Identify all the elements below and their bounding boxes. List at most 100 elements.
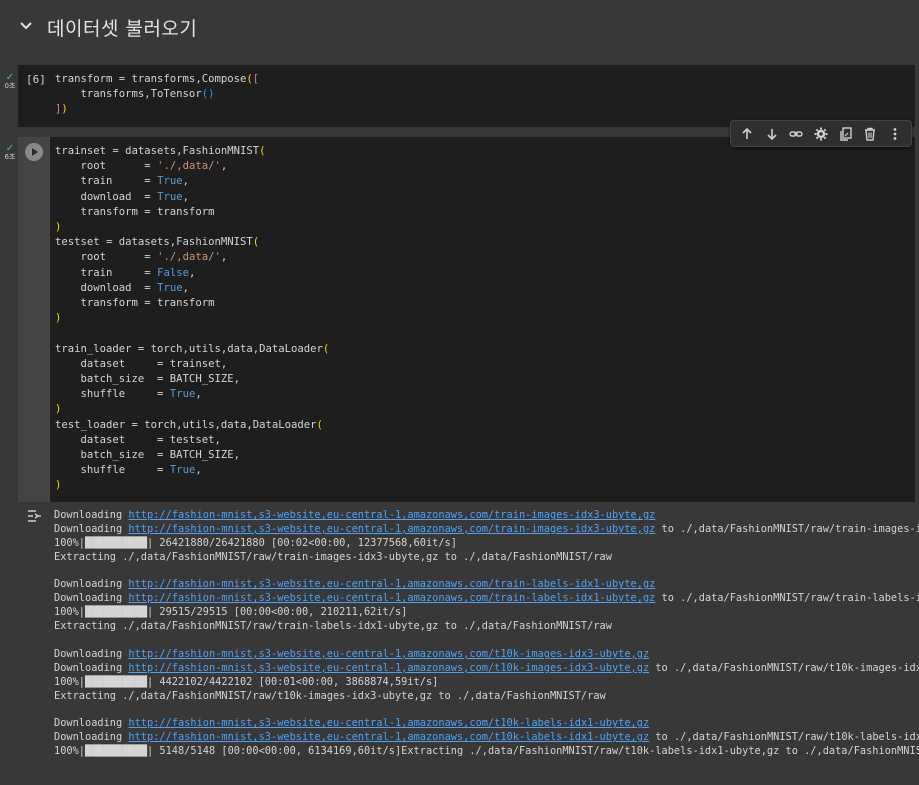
code-token-str: './,data/' — [157, 160, 221, 173]
code-token-kw: True — [157, 190, 183, 203]
output-line: 100%|██████████| 26421880/26421880 [00:0… — [54, 537, 919, 551]
output-text: Downloading http://fashion-mnist,s3-webs… — [54, 509, 919, 759]
code-token-br1: ) — [55, 312, 62, 325]
output-line: Downloading http://fashion-mnist,s3-webs… — [54, 523, 919, 537]
gear-icon[interactable] — [812, 125, 830, 143]
check-icon: ✓ — [5, 143, 15, 154]
exec-time: 6초 — [4, 153, 16, 161]
output-text-span: Downloading — [54, 592, 129, 605]
download-link[interactable]: http://fashion-mnist,s3-website,eu-centr… — [128, 662, 649, 674]
code-token: trainset = datasets,FashionMNIST — [55, 145, 260, 157]
code-token: , — [182, 281, 189, 294]
download-link[interactable]: http://fashion-mnist,s3-website,eu-centr… — [128, 717, 649, 729]
code-token: download = — [55, 281, 158, 294]
code-token: batch_size = BATCH_SIZE, — [55, 373, 240, 386]
output-text-span: Extracting ./,data/FashionMNIST/raw/t10k… — [54, 689, 606, 702]
code-token-br1: ) — [61, 103, 68, 116]
code-token: dataset = testset, — [55, 433, 221, 446]
download-link[interactable]: http://fashion-mnist,s3-website,eu-centr… — [128, 509, 655, 521]
output-line: Downloading http://fashion-mnist,s3-webs… — [54, 662, 919, 676]
output-line: Downloading http://fashion-mnist,s3-webs… — [54, 509, 919, 523]
chevron-down-icon[interactable] — [18, 18, 34, 34]
download-link[interactable]: http://fashion-mnist,s3-website,eu-centr… — [128, 648, 649, 660]
code-token: transform = transforms,Compose — [55, 73, 247, 85]
code-token: transform = transform — [55, 205, 215, 218]
output-text-span: to ./,data/FashionMNIST/raw/t10k-images-… — [655, 661, 919, 674]
more-vert-icon[interactable] — [886, 125, 904, 143]
output-actions-icon[interactable] — [26, 508, 42, 524]
output-text-span: Downloading — [54, 717, 129, 730]
arrow-up-icon[interactable] — [738, 125, 756, 143]
exec-time: 0초 — [4, 82, 16, 90]
download-link[interactable]: http://fashion-mnist,s3-website,eu-centr… — [128, 578, 655, 590]
output-text-span: to ./,data/FashionMNIST/raw/train-images… — [661, 522, 919, 535]
code-token-br2: [ — [252, 73, 260, 85]
output-line: Downloading http://fashion-mnist,s3-webs… — [54, 731, 919, 745]
code-token: , — [220, 160, 228, 173]
output-line: 100%|██████████| 5148/5148 [00:00<00:00,… — [54, 745, 919, 759]
output-text-span: 100%|██████████| 29515/29515 [00:00<00:0… — [54, 606, 408, 619]
output-text-span: Downloading — [54, 578, 129, 591]
cell-toolbar — [730, 120, 912, 147]
trash-icon[interactable] — [861, 125, 879, 143]
code-token-br1: ) — [55, 479, 62, 492]
download-link[interactable]: http://fashion-mnist,s3-website,eu-centr… — [128, 731, 649, 743]
output-text-span: Extracting ./,data/FashionMNIST/raw/trai… — [54, 550, 612, 563]
code-token: , — [182, 190, 189, 203]
output-text-span: Downloading — [54, 647, 129, 660]
output-text-span: Extracting ./,data/FashionMNIST/raw/trai… — [54, 620, 612, 633]
code-token: transforms,ToTensor — [55, 88, 202, 101]
code-token: , — [195, 388, 202, 401]
output-text-span: 100%|██████████| 26421880/26421880 [00:0… — [54, 536, 457, 549]
output-line: Downloading http://fashion-mnist,s3-webs… — [54, 648, 919, 662]
code-token-br1: ) — [55, 403, 62, 416]
output-text-span: to ./,data/FashionMNIST/raw/train-labels… — [661, 592, 919, 605]
output-line: Extracting ./,data/FashionMNIST/raw/t10k… — [54, 690, 919, 704]
code-token: , — [195, 464, 202, 477]
run-cell-button[interactable] — [25, 143, 43, 161]
code-token: download = — [55, 190, 158, 203]
code-token: dataset = trainset, — [55, 357, 228, 370]
code-editor[interactable]: trainset = datasets,FashionMNIST( root =… — [55, 144, 329, 494]
code-token: batch_size = BATCH_SIZE, — [55, 449, 240, 462]
download-link[interactable]: http://fashion-mnist,s3-website,eu-centr… — [128, 523, 655, 535]
code-token-br1: ( — [252, 236, 260, 249]
code-token-br1: ( — [259, 145, 266, 157]
code-token-br1: ( — [322, 342, 330, 355]
code-token-kw: False — [157, 266, 189, 279]
code-token: train = — [55, 175, 158, 188]
code-token-br1: ( — [316, 418, 323, 431]
section-title: 데이터셋 불러오기 — [47, 18, 198, 40]
section-header[interactable]: 데이터셋 불러오기 — [0, 0, 919, 52]
output-line: Extracting ./,data/FashionMNIST/raw/trai… — [54, 620, 919, 634]
code-token: root = — [55, 251, 158, 264]
mirror-cell-icon[interactable] — [837, 125, 855, 143]
check-icon: ✓ — [5, 72, 15, 83]
output-line: 100%|██████████| 4422102/4422102 [00:01<… — [54, 676, 919, 690]
code-token: testset = datasets,FashionMNIST — [55, 236, 253, 249]
output-text-span: Downloading — [54, 661, 129, 674]
output-blank-line — [54, 634, 919, 648]
code-token: shuffle = — [55, 464, 170, 477]
arrow-down-icon[interactable] — [763, 125, 781, 143]
output-blank-line — [54, 565, 919, 579]
code-token-str: './,data/' — [157, 251, 221, 264]
code-token: , — [220, 251, 228, 264]
output-line: Downloading http://fashion-mnist,s3-webs… — [54, 578, 919, 592]
output-text-span: 100%|██████████| 5148/5148 [00:00<00:00,… — [54, 745, 919, 758]
output-text-span: to ./,data/FashionMNIST/raw/t10k-labels-… — [655, 731, 919, 744]
link-icon[interactable] — [787, 125, 805, 143]
code-token: train_loader = torch,utils,data,DataLoad… — [55, 342, 323, 355]
code-token: shuffle = — [55, 388, 170, 401]
output-text-span: 100%|██████████| 4422102/4422102 [00:01<… — [54, 675, 439, 688]
code-token-kw: True — [157, 175, 183, 188]
output-line: Downloading http://fashion-mnist,s3-webs… — [54, 592, 919, 606]
code-token: transform = transform — [55, 297, 215, 310]
code-editor[interactable]: transform = transforms,Compose([ transfo… — [55, 72, 259, 118]
code-token: root = — [55, 160, 158, 173]
cell-exec-status: ✓ 0초 — [2, 72, 18, 91]
output-line: 100%|██████████| 29515/29515 [00:00<00:0… — [54, 606, 919, 620]
output-blank-line — [54, 703, 919, 717]
download-link[interactable]: http://fashion-mnist,s3-website,eu-centr… — [128, 592, 655, 604]
exec-count: [6] — [26, 73, 46, 86]
